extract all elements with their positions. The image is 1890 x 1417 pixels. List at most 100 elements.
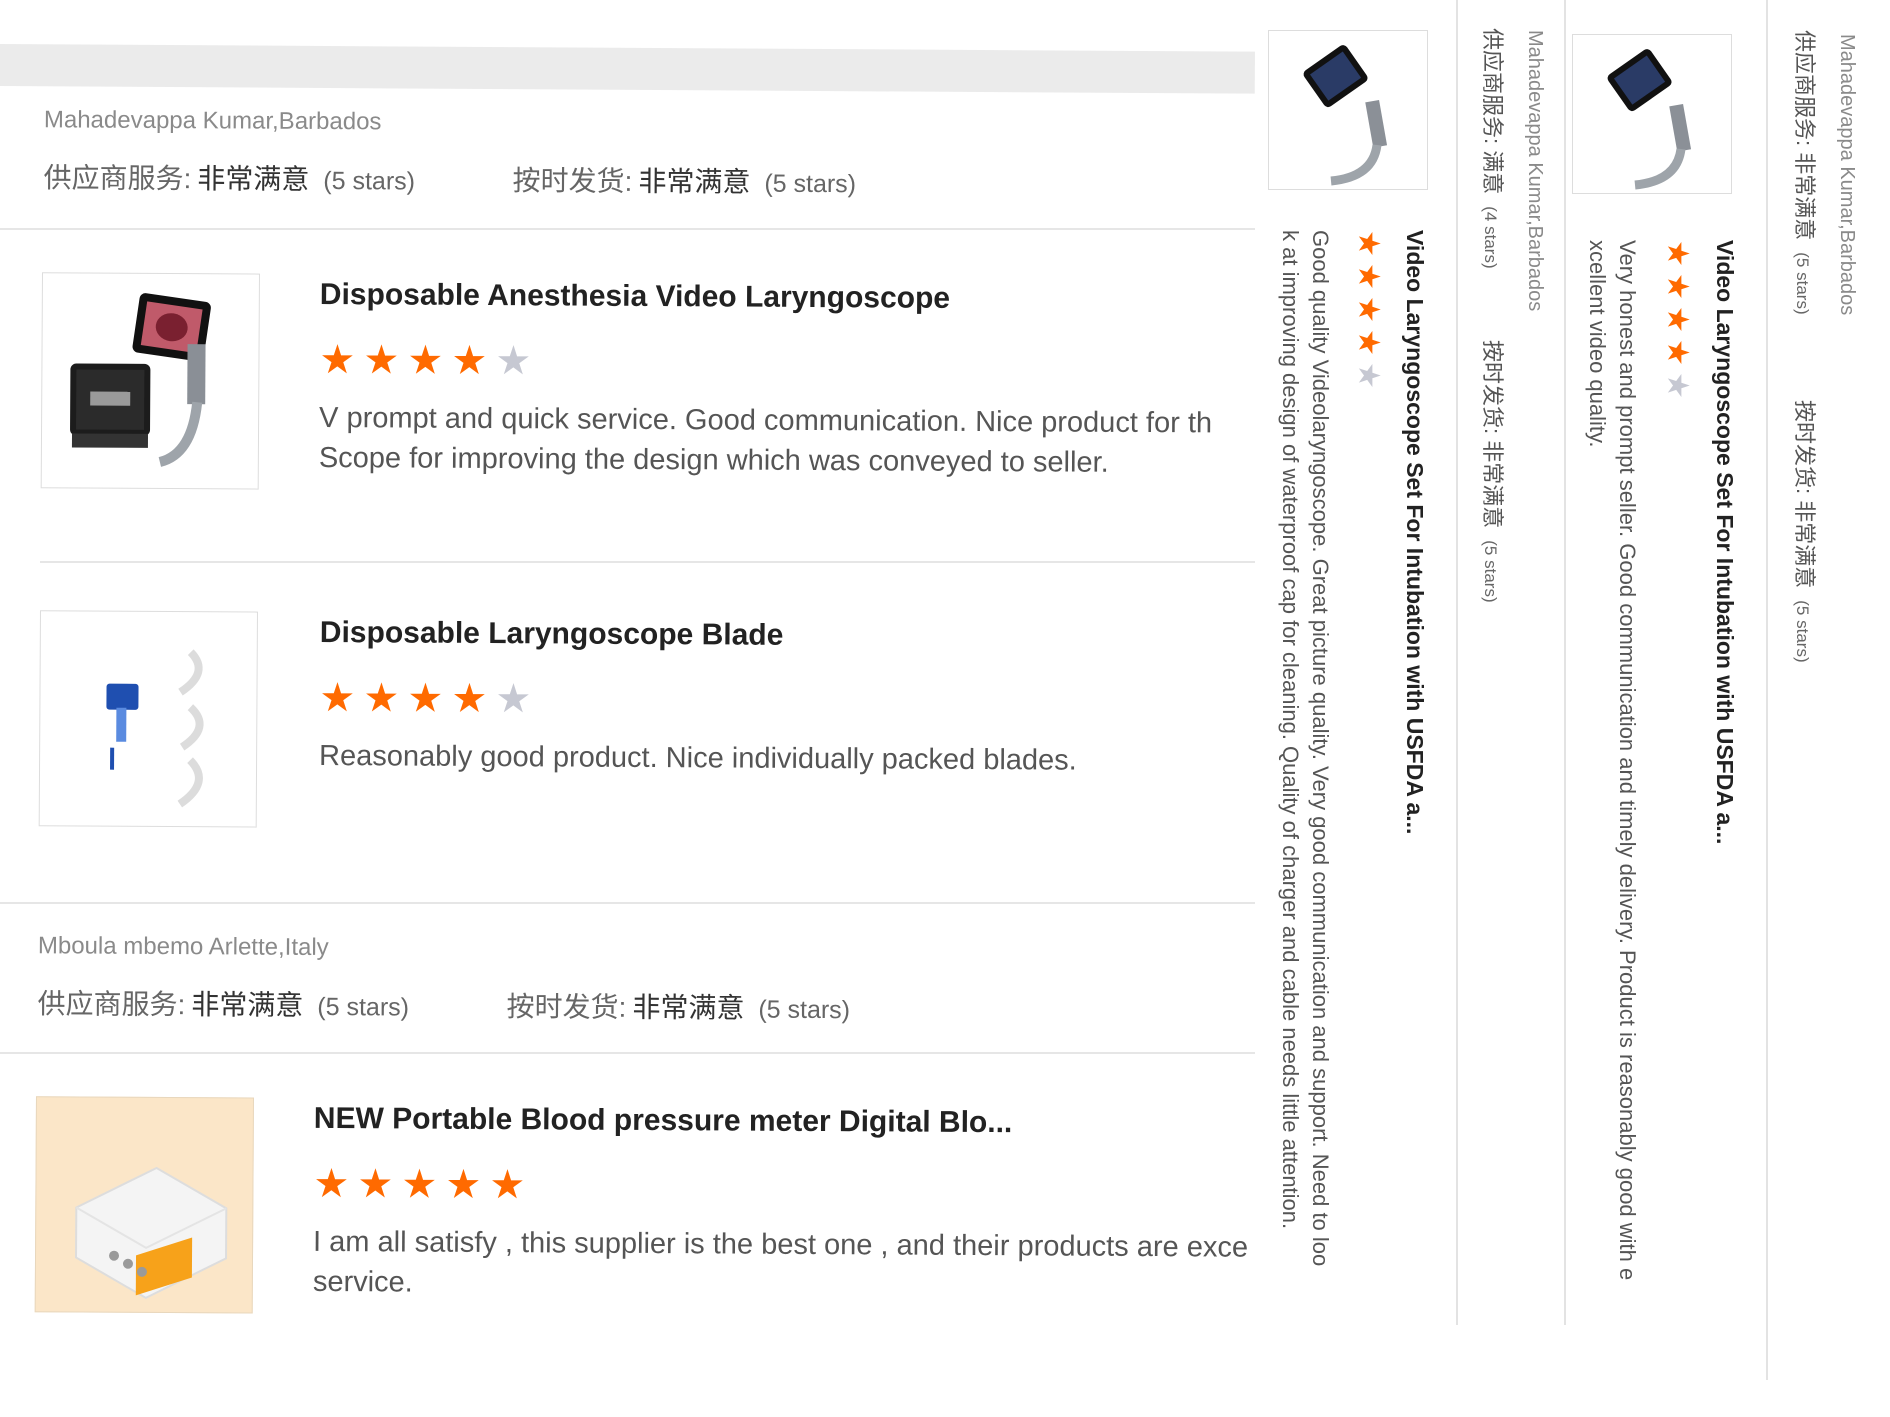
cut-off-header-strip [0,44,1255,94]
on-time-delivery-stars: (5 stars) [764,169,857,199]
reviewer-name: Mahadevappa Kumar,Barbados [1524,30,1546,312]
supplier-service-rating: 供应商服务: 满意 (4 stars) [1478,28,1510,269]
star-filled-icon: ★ [1352,296,1385,323]
star-empty-icon: ★ [1661,372,1694,399]
review-text-line: Scope for improving the design which was… [318,441,1109,479]
supplier-service-label: 供应商服务: [37,988,186,1021]
laryngoscope-blade-icon [106,649,204,808]
review-list-panel: Mahadevappa Kumar,Barbados 供应商服务: 非常满意 (5 … [0,0,1255,1417]
star-filled-icon: ★ [445,1162,482,1207]
star-filled-icon: ★ [407,338,444,383]
on-time-delivery-stars: (5 stars) [758,995,851,1025]
star-filled-icon: ★ [1661,339,1694,366]
star-filled-icon: ★ [319,675,356,721]
on-time-delivery-value: 非常满意 [1480,440,1505,529]
star-filled-icon: ★ [313,1161,350,1207]
review-text-line: Good quality Videolaryngoscope. Great pi… [1308,230,1333,1267]
supplier-service-stars: (5 stars) [1793,252,1812,315]
reviewer-name: Mahadevappa Kumar,Barbados [1836,34,1858,316]
review-text: I am all satisfy , this supplier is the … [313,1222,1248,1308]
star-filled-icon: ★ [407,676,444,721]
product-title[interactable]: NEW Portable Blood pressure meter Digita… [314,1102,1013,1140]
star-filled-icon: ★ [1352,263,1385,290]
product-thumbnail[interactable] [1268,30,1428,190]
on-time-delivery-stars: (5 stars) [1481,540,1500,603]
star-rating: ★★★★★ [319,337,539,383]
star-filled-icon: ★ [1661,273,1694,300]
star-filled-icon: ★ [489,1162,526,1208]
supplier-service-rating: 供应商服务: 非常满意 (5 stars) [1790,30,1822,315]
divider [0,228,1255,230]
review-text-line: I am all satisfy , this supplier is the … [313,1225,1249,1264]
review-screenshot: Mahadevappa Kumar,Barbados 供应商服务: 非常满意 (5 … [0,0,1890,1417]
star-rating: ★★★★★ [313,1161,533,1208]
divider [1456,0,1458,1325]
review-text: V prompt and quick service. Good communi… [319,398,1212,483]
reviewer-name: Mahadevappa Kumar,Barbados [43,106,382,136]
review-text-line: Reasonably good product. Nice individual… [319,739,1077,777]
on-time-delivery-value: 非常满意 [638,165,751,198]
star-filled-icon: ★ [1661,306,1694,333]
supplier-service-stars: (4 stars) [1481,206,1500,269]
review-header: Mboula mbemo Arlette,Italy 供应商服务: 非常满意 (5 … [0,932,1255,1024]
on-time-delivery-label: 按时发货: [506,991,627,1023]
supplier-service-label: 供应商服务: [1792,30,1817,147]
product-title[interactable]: Disposable Anesthesia Video Laryngoscope [320,278,950,316]
product-review: Disposable Anesthesia Video Laryngoscope… [0,272,1255,490]
on-time-delivery-value: 非常满意 [632,991,745,1024]
star-rating: ★★★★★ [319,675,539,722]
reviewer-name: Mboula mbemo Arlette,Italy [37,932,329,962]
star-filled-icon: ★ [451,676,488,721]
star-rating: ★ ★ ★ ★ ★ [1352,230,1385,395]
star-filled-icon: ★ [451,338,488,383]
product-review: Disposable Laryngoscope Blade ★ ★ ★ ★ ★ Reas… [0,610,1255,828]
product-thumbnail[interactable] [34,1096,254,1314]
star-filled-icon: ★ [363,676,400,721]
review-header: Mahadevappa Kumar,Barbados 供应商服务: 非常满意 (5 … [0,106,1255,198]
review-text: Reasonably good product. Nice individual… [319,736,1077,781]
star-rating: ★ ★ ★ ★ ★ [1661,240,1694,405]
star-filled-icon: ★ [1352,329,1385,356]
product-review: NEW Portable Blood pressure meter Digita… [0,1096,1255,1314]
on-time-delivery-value: 非常满意 [1792,500,1817,589]
star-filled-icon: ★ [357,1162,394,1207]
product-thumbnail[interactable] [1572,34,1732,194]
supplier-service-value: 非常满意 [197,163,310,195]
supplier-service-value: 非常满意 [1792,152,1817,241]
video-laryngoscope-icon [1607,49,1692,190]
star-empty-icon: ★ [495,677,532,722]
review-text-line: k at improving design of waterproof cap … [1278,230,1303,1230]
divider [0,1052,1255,1054]
laryngoscope-case-icon [70,293,211,467]
review-text-line: xcellent video quality. [1585,240,1610,448]
supplier-service-value: 满意 [1480,150,1505,195]
star-filled-icon: ★ [363,338,400,383]
star-filled-icon: ★ [1352,230,1385,257]
review-text: Very honest and prompt seller. Good comm… [1582,240,1642,1280]
product-thumbnail[interactable] [40,272,260,490]
supplier-service-stars: (5 stars) [317,992,410,1022]
video-laryngoscope-icon [1303,45,1388,186]
product-title[interactable]: Disposable Laryngoscope Blade [320,616,784,653]
review-text-line: V prompt and quick service. Good communi… [319,401,1213,440]
on-time-delivery-label: 按时发货: [1480,340,1505,435]
star-filled-icon: ★ [1661,240,1694,267]
star-empty-icon: ★ [1352,362,1385,389]
product-title[interactable]: Video Laryngoscope Set For Intubation wi… [1401,230,1428,834]
review-text-line: service. [312,1265,413,1299]
on-time-delivery-rating: 按时发货: 非常满意 (5 stars) [1790,400,1822,663]
divider [40,561,1255,563]
supplier-service-value: 非常满意 [191,989,304,1021]
supplier-service-label: 供应商服务: [1480,28,1505,145]
supplier-service-stars: (5 stars) [323,166,416,196]
on-time-delivery-stars: (5 stars) [1793,600,1812,663]
star-filled-icon: ★ [401,1162,438,1207]
on-time-delivery-label: 按时发货: [512,165,633,197]
product-title[interactable]: Video Laryngoscope Set For Intubation wi… [1711,240,1738,844]
product-thumbnail[interactable] [38,610,258,828]
blood-pressure-monitor-icon [75,1166,228,1300]
review-text: Good quality Videolaryngoscope. Great pi… [1275,230,1335,1266]
on-time-delivery-rating: 按时发货: 非常满意 (5 stars) [1478,340,1510,603]
on-time-delivery-label: 按时发货: [1792,400,1817,495]
star-filled-icon: ★ [319,337,356,383]
